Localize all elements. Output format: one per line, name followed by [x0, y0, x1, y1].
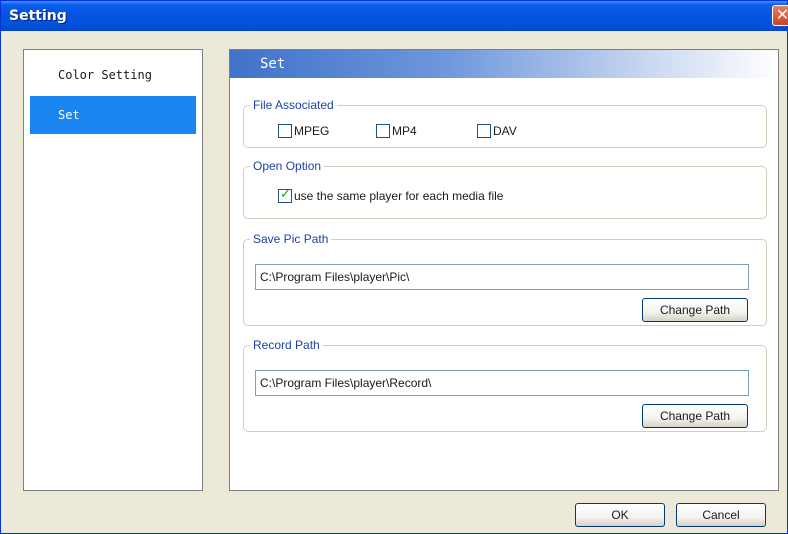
panel-header: Set: [230, 50, 778, 78]
group-label: File Associated: [250, 98, 337, 112]
cancel-button[interactable]: Cancel: [676, 503, 766, 527]
checkbox-label: MP4: [392, 124, 417, 138]
close-icon: ✕: [775, 5, 788, 24]
group-label: Save Pic Path: [250, 232, 332, 246]
sidebar-item-label: Set: [58, 108, 80, 122]
setting-dialog: Setting ✕ Color Setting Set Set File Ass…: [0, 0, 788, 534]
record-path-input[interactable]: C:\Program Files\player\Record\: [255, 370, 749, 396]
record-path-group: Record Path C:\Program Files\player\Reco…: [243, 338, 767, 432]
checkbox-label: MPEG: [294, 124, 330, 138]
change-record-path-button[interactable]: Change Path: [642, 404, 748, 428]
close-button[interactable]: ✕: [772, 5, 788, 26]
title-bar[interactable]: Setting: [1, 1, 787, 31]
settings-panel: Set File Associated MPEG MP4 DAV Open Op…: [229, 49, 779, 491]
group-label: Open Option: [250, 159, 325, 173]
sidebar: Color Setting Set: [23, 49, 203, 491]
same-player-checkbox[interactable]: ✓: [278, 187, 292, 203]
ok-button[interactable]: OK: [575, 503, 665, 527]
mpeg-checkbox[interactable]: [278, 124, 292, 138]
file-associated-group: File Associated MPEG MP4 DAV: [243, 98, 767, 148]
sidebar-item-set[interactable]: Set: [30, 96, 196, 134]
checkmark-icon: ✓: [280, 187, 291, 202]
window-title: Setting: [9, 8, 67, 24]
checkbox-label: use the same player for each media file: [294, 189, 504, 203]
change-pic-path-button[interactable]: Change Path: [642, 298, 748, 322]
panel-title: Set: [260, 56, 286, 72]
dav-checkbox[interactable]: [477, 124, 491, 138]
mp4-checkbox[interactable]: [376, 124, 390, 138]
sidebar-item-color-setting[interactable]: Color Setting: [30, 56, 196, 94]
open-option-group: Open Option ✓ use the same player for ea…: [243, 159, 767, 219]
checkbox-label: DAV: [493, 124, 517, 138]
save-pic-path-input[interactable]: C:\Program Files\player\Pic\: [255, 264, 749, 290]
group-label: Record Path: [250, 338, 323, 352]
sidebar-item-label: Color Setting: [58, 68, 152, 82]
save-pic-path-group: Save Pic Path C:\Program Files\player\Pi…: [243, 232, 767, 326]
